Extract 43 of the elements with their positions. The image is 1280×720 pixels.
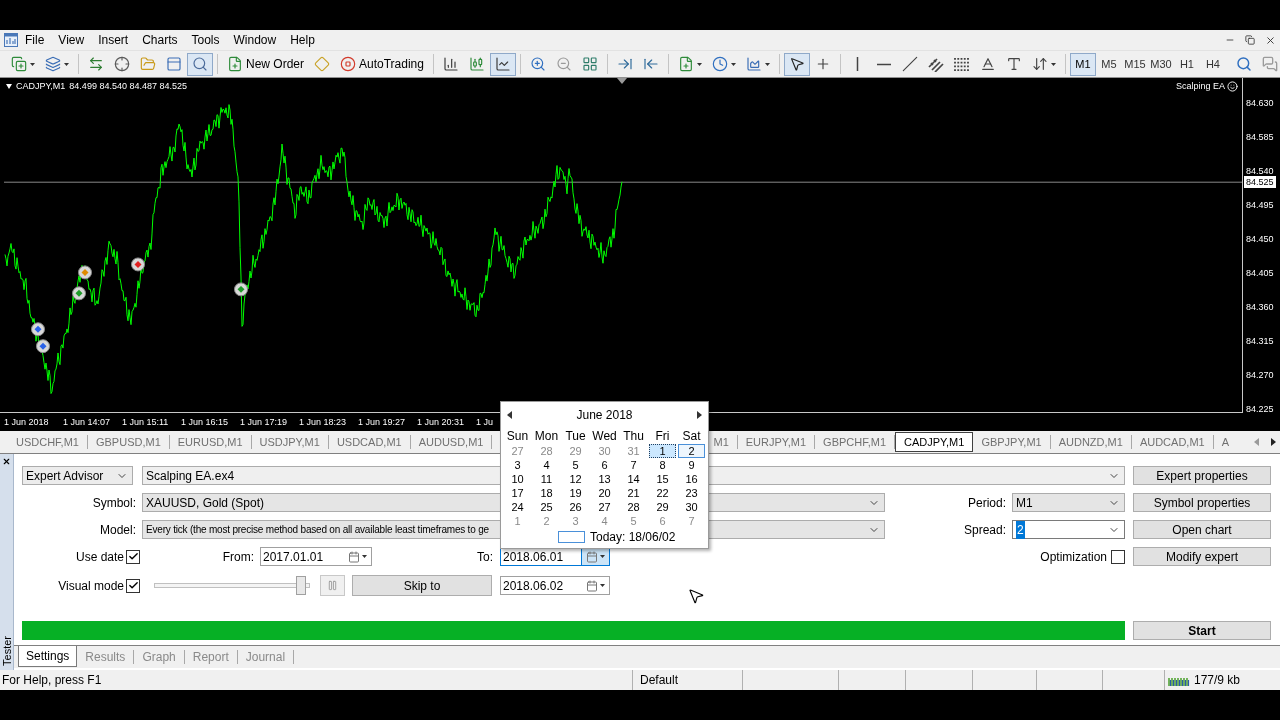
price-axis-label: 84.630	[1246, 97, 1274, 109]
time-axis-label: 1 Jun 18:23	[299, 416, 347, 427]
time-axis-label: 1 Jun 16:15	[181, 416, 229, 427]
field-label: Model:	[99, 521, 136, 539]
time-axis-label: 1 Jun 14:07	[63, 416, 111, 427]
time-axis-label: 1 Jun 15:11	[122, 416, 169, 427]
current-price-tag: 84.525	[1244, 176, 1276, 188]
panel-title: Tester	[0, 636, 13, 666]
traffic-text: 177/9 kb	[1194, 672, 1241, 689]
time-axis-label: 1 Jun 20:31	[417, 416, 465, 427]
field-label: Optimization	[1040, 548, 1107, 566]
weekday-label: Thu	[623, 429, 644, 443]
time-axis-label: 1 Jun 17:19	[240, 416, 288, 427]
price-axis-label: 84.540	[1246, 165, 1274, 177]
field-label: Symbol:	[92, 494, 136, 512]
status-text: For Help, press F1	[2, 673, 102, 687]
price-axis-label: 84.495	[1246, 199, 1274, 211]
price-axis-label: 84.270	[1246, 369, 1274, 381]
field-label: To:	[477, 548, 493, 566]
weekday-label: Tue	[565, 429, 586, 443]
price-axis-label: 84.225	[1246, 403, 1274, 415]
field-label: From:	[222, 548, 254, 566]
price-axis-label: 84.360	[1246, 301, 1274, 313]
expert-name: Scalping EA	[1175, 81, 1225, 92]
profile-name: Default	[640, 672, 679, 689]
chart-symbol: CADJPY,M1	[16, 81, 66, 92]
price-axis-label: 84.450	[1246, 233, 1274, 245]
field-label: Use date	[75, 548, 124, 566]
time-axis-label: 1 Ju	[476, 416, 493, 427]
price-axis-label: 84.585	[1246, 131, 1274, 143]
time-axis-label: 1 Jun 2018	[4, 416, 49, 427]
time-axis-label: 1 Jun 19:27	[358, 416, 406, 427]
weekday-label: Fri	[655, 429, 670, 443]
field-label: Period:	[967, 494, 1006, 512]
chart-quotes: 84.499 84.540 84.487 84.525	[69, 81, 187, 92]
weekday-label: Sat	[682, 429, 701, 443]
field-label: Visual mode	[58, 577, 124, 595]
weekday-label: Wed	[592, 429, 617, 443]
price-axis-label: 84.315	[1246, 335, 1274, 347]
weekday-label: Sun	[506, 429, 529, 443]
field-label: Spread:	[963, 521, 1006, 539]
price-axis-label: 84.405	[1246, 267, 1274, 279]
weekday-label: Mon	[534, 429, 559, 443]
